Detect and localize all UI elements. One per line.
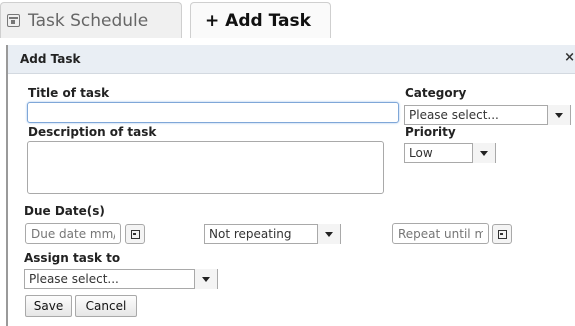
- add-task-dialog: Add Task × Title of task Category Please…: [6, 45, 575, 326]
- chevron-down-icon[interactable]: [472, 143, 495, 163]
- tab-task-schedule[interactable]: Task Schedule: [0, 2, 182, 38]
- repeat-value: Not repeating: [209, 227, 292, 241]
- category-label: Category: [405, 86, 467, 100]
- chevron-down-icon[interactable]: [194, 269, 217, 289]
- tab-label: + Add Task: [205, 10, 311, 31]
- priority-label: Priority: [405, 125, 456, 139]
- repeat-select[interactable]: Not repeating: [204, 224, 341, 244]
- assign-select[interactable]: Please select...: [24, 269, 218, 289]
- calendar-icon: [130, 229, 140, 239]
- description-label: Description of task: [28, 125, 157, 139]
- priority-select[interactable]: Low: [404, 143, 496, 163]
- assign-value: Please select...: [29, 272, 119, 286]
- cancel-button[interactable]: Cancel: [75, 295, 137, 317]
- assign-label: Assign task to: [24, 251, 121, 265]
- category-select[interactable]: Please select...: [404, 105, 571, 125]
- due-date-calendar-button[interactable]: [125, 224, 145, 244]
- chevron-down-icon[interactable]: [547, 105, 570, 125]
- repeat-until-calendar-button[interactable]: [492, 224, 512, 244]
- dialog-title: Add Task: [20, 52, 81, 66]
- dialog-header: Add Task ×: [8, 45, 575, 74]
- chevron-down-icon[interactable]: [317, 224, 340, 244]
- tab-label: Task Schedule: [28, 10, 149, 31]
- repeat-until-input[interactable]: [392, 223, 489, 244]
- calendar-icon: [7, 14, 20, 27]
- category-value: Please select...: [409, 108, 499, 122]
- save-button[interactable]: Save: [25, 295, 72, 317]
- tab-add-task[interactable]: + Add Task: [190, 2, 331, 38]
- title-label: Title of task: [28, 86, 110, 100]
- description-textarea[interactable]: [27, 141, 384, 194]
- calendar-icon: [497, 229, 507, 239]
- priority-value: Low: [409, 146, 433, 160]
- title-input[interactable]: [27, 102, 399, 123]
- due-date-input[interactable]: [25, 223, 121, 244]
- due-date-label: Due Date(s): [24, 204, 105, 218]
- close-icon[interactable]: ×: [564, 50, 575, 65]
